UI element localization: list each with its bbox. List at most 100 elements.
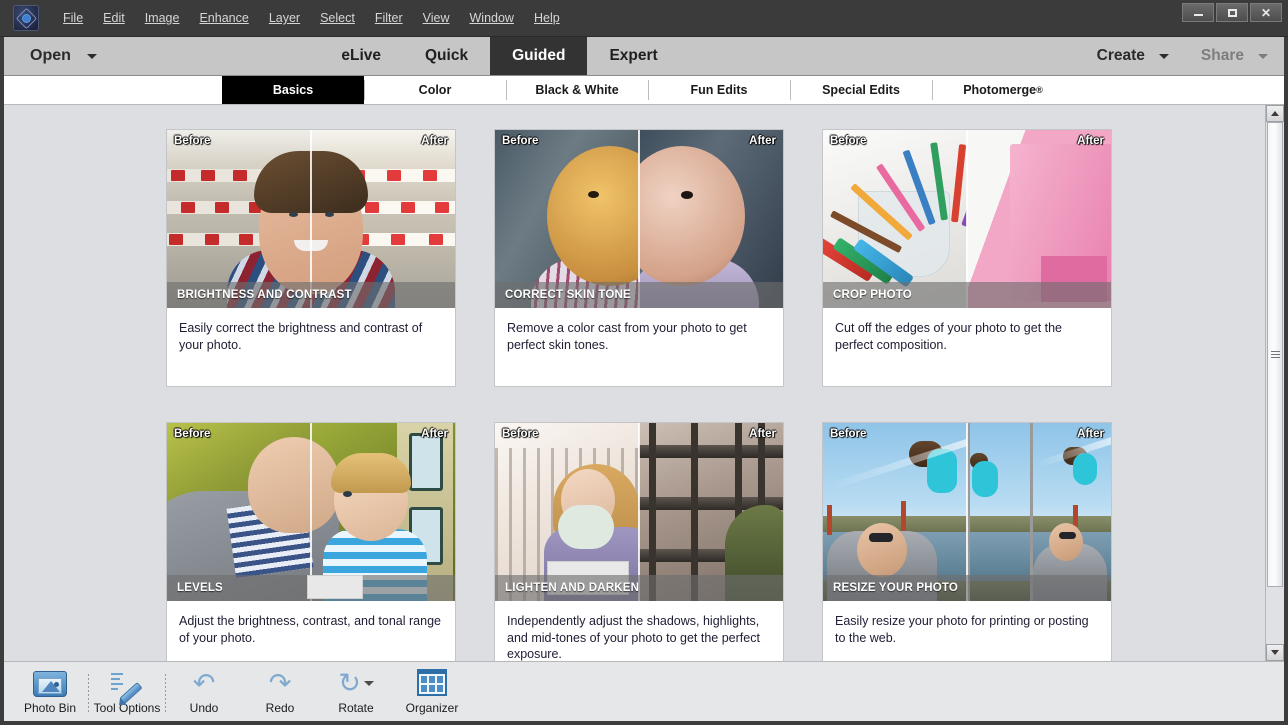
undo-arrow-icon: ↶ — [192, 668, 216, 698]
menu-view[interactable]: View — [413, 8, 460, 28]
card-title-band: CROP PHOTO — [823, 282, 1111, 308]
photo-bin-icon — [33, 669, 67, 699]
guided-edit-card[interactable]: Before After LIGHTEN AND DARKEN Independ… — [494, 422, 784, 661]
subtab-color[interactable]: Color — [364, 76, 506, 104]
subtab-basics[interactable]: Basics — [222, 76, 364, 104]
card-thumbnail: Before After LEVELS — [167, 423, 455, 601]
menu-layer[interactable]: Layer — [259, 8, 310, 28]
close-icon: ✕ — [1260, 5, 1272, 20]
card-title: LIGHTEN AND DARKEN — [505, 582, 640, 594]
menu-enhance[interactable]: Enhance — [189, 8, 258, 28]
share-button[interactable]: Share — [1185, 37, 1284, 75]
card-title-band: CORRECT SKIN TONE — [495, 282, 783, 308]
scrollbar-thumb[interactable] — [1267, 122, 1283, 587]
window-controls: ✕ — [1182, 3, 1282, 22]
scrollbar-track[interactable] — [1266, 122, 1284, 644]
menu-select[interactable]: Select — [310, 8, 365, 28]
mode-bar-right-group: Create Share — [1081, 37, 1284, 75]
subtab-photomerge[interactable]: Photomerge ® — [932, 76, 1074, 104]
card-thumbnail: Before After BRIGHTNESS AND CONTRAST — [167, 130, 455, 308]
tab-expert[interactable]: Expert — [587, 37, 679, 75]
menu-file[interactable]: File — [53, 8, 93, 28]
tool-options-button[interactable]: Tool Options — [89, 664, 165, 720]
scroll-down-button[interactable] — [1266, 644, 1284, 661]
undo-button[interactable]: ↶ Undo — [166, 664, 242, 720]
card-description: Cut off the edges of your photo to get t… — [835, 321, 1063, 352]
photo-bin-label: Photo Bin — [23, 700, 77, 715]
after-label: After — [749, 428, 776, 440]
guided-edit-card[interactable]: Before After RESIZE YOUR PHOTO Easily re… — [822, 422, 1112, 661]
menu-window[interactable]: Window — [460, 8, 524, 28]
menu-help[interactable]: Help — [524, 8, 570, 28]
organizer-label: Organizer — [405, 700, 459, 715]
redo-arrow-icon: ↷ — [268, 668, 292, 698]
card-description: Easily correct the brightness and contra… — [179, 321, 423, 352]
open-button[interactable]: Open — [4, 37, 119, 75]
mode-bar: Open eLive Quick Guided Expert Create Sh… — [4, 37, 1284, 76]
tab-guided[interactable]: Guided — [490, 37, 588, 75]
photo-bin-button[interactable]: Photo Bin — [12, 664, 88, 720]
maximize-button[interactable] — [1216, 3, 1248, 22]
subtab-special-edits[interactable]: Special Edits — [790, 76, 932, 104]
guided-category-tabs: Basics Color Black & White Fun Edits Spe… — [4, 76, 1284, 105]
task-bar: Photo Bin Tool Options ↶ Undo ↷ Redo ↻ R… — [4, 661, 1284, 721]
subtab-black-and-white[interactable]: Black & White — [506, 76, 648, 104]
after-label: After — [1077, 428, 1104, 440]
organizer-grid-icon — [417, 668, 447, 699]
guided-edit-card[interactable]: Before After LEVELS Adjust the brightnes… — [166, 422, 456, 661]
rotate-label: Rotate — [338, 700, 374, 715]
card-title: RESIZE YOUR PHOTO — [833, 582, 959, 594]
after-label: After — [1077, 135, 1104, 147]
card-thumbnail: Before After CORRECT SKIN TONE — [495, 130, 783, 308]
before-label: Before — [830, 428, 867, 440]
rotate-icon: ↻ — [338, 669, 374, 699]
menu-filter[interactable]: Filter — [365, 8, 413, 28]
card-title: CROP PHOTO — [833, 289, 912, 301]
open-label: Open — [30, 47, 71, 64]
chevron-down-icon — [363, 681, 374, 686]
close-button[interactable]: ✕ — [1250, 3, 1282, 22]
rotate-button[interactable]: ↻ Rotate — [318, 664, 394, 720]
subtab-spacer — [4, 76, 222, 104]
vertical-scrollbar[interactable] — [1265, 105, 1284, 661]
guided-edit-card[interactable]: Before After BRIGHTNESS AND CONTRAST Eas… — [166, 129, 456, 387]
guided-edit-gallery: Before After BRIGHTNESS AND CONTRAST Eas… — [4, 105, 1265, 661]
tool-options-icon — [111, 669, 143, 704]
guided-edit-card[interactable]: Before After CORRECT SKIN TONE Remove a … — [494, 129, 784, 387]
create-button[interactable]: Create — [1081, 37, 1185, 75]
minimize-button[interactable] — [1182, 3, 1214, 22]
after-label: After — [421, 135, 448, 147]
card-thumbnail: Before After CROP PHOTO — [823, 130, 1111, 308]
card-thumbnail: Before After LIGHTEN AND DARKEN — [495, 423, 783, 601]
content-area: Before After BRIGHTNESS AND CONTRAST Eas… — [4, 105, 1284, 661]
redo-label: Redo — [265, 700, 295, 715]
tab-elive[interactable]: eLive — [319, 37, 403, 75]
subtab-fun-edits[interactable]: Fun Edits — [648, 76, 790, 104]
card-description: Independently adjust the shadows, highli… — [507, 614, 760, 661]
minimize-icon — [1193, 14, 1203, 16]
card-title: LEVELS — [177, 582, 223, 594]
before-label: Before — [174, 135, 211, 147]
menu-image[interactable]: Image — [135, 8, 190, 28]
menu-edit[interactable]: Edit — [93, 8, 135, 28]
card-title-band: BRIGHTNESS AND CONTRAST — [167, 282, 455, 308]
card-description: Easily resize your photo for printing or… — [835, 614, 1089, 645]
chevron-down-icon — [1258, 53, 1268, 59]
guided-edit-card[interactable]: Before After CROP PHOTO Cut off the edge… — [822, 129, 1112, 387]
after-label: After — [421, 428, 448, 440]
tab-quick[interactable]: Quick — [403, 37, 490, 75]
redo-button[interactable]: ↷ Redo — [242, 664, 318, 720]
card-title-band: RESIZE YOUR PHOTO — [823, 575, 1111, 601]
card-title: BRIGHTNESS AND CONTRAST — [177, 289, 352, 301]
organizer-button[interactable]: Organizer — [394, 664, 470, 720]
grip-lines-icon — [1270, 350, 1280, 358]
chevron-up-icon — [1271, 111, 1279, 116]
undo-label: Undo — [189, 700, 219, 715]
chevron-down-icon — [1271, 650, 1279, 655]
card-thumbnail: Before After RESIZE YOUR PHOTO — [823, 423, 1111, 601]
photoshop-elements-logo — [13, 5, 39, 31]
registered-trademark-icon: ® — [1036, 85, 1043, 95]
tool-options-label: Tool Options — [93, 700, 161, 715]
maximize-icon — [1227, 8, 1237, 17]
scroll-up-button[interactable] — [1266, 105, 1284, 122]
